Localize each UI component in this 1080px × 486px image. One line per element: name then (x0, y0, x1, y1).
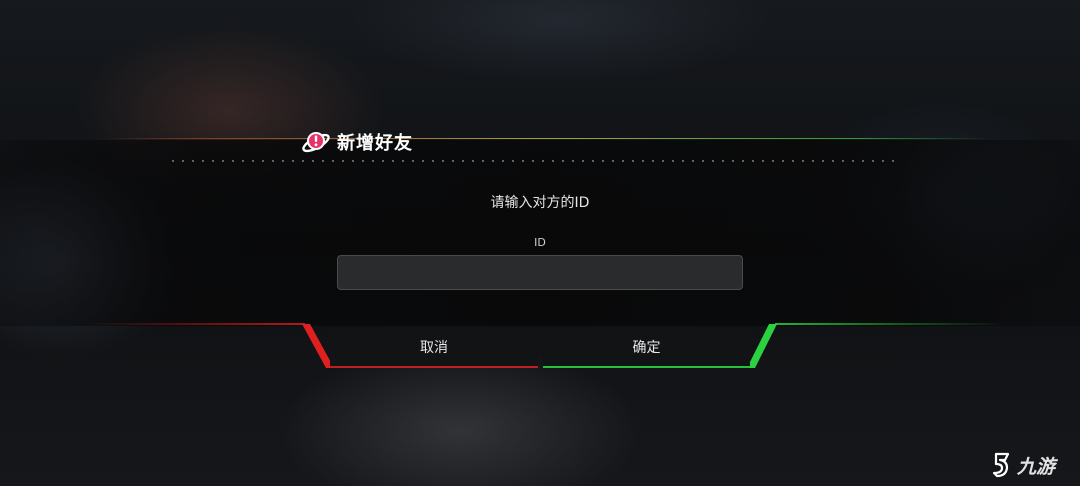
cancel-button[interactable]: 取消 (330, 328, 538, 368)
dialog-title: 新增好友 (337, 133, 413, 154)
cancel-button-label: 取消 (420, 340, 448, 356)
confirm-button-label: 确定 (632, 340, 661, 356)
dialog-panel (0, 140, 1080, 326)
dialog-top-border (100, 138, 990, 139)
prompt-text: 请输入对方的ID (490, 195, 590, 211)
watermark: 九游 (990, 448, 1076, 482)
id-input[interactable] (337, 255, 743, 290)
id-field-label: ID (534, 236, 546, 249)
confirm-button[interactable]: 确定 (543, 328, 750, 368)
watermark-text: 九游 (1017, 455, 1056, 478)
dotted-divider (168, 160, 898, 162)
red-accent-line (85, 323, 305, 325)
jiuyou-logo-icon (992, 452, 1010, 478)
green-accent-line (775, 323, 1005, 325)
planet-alert-icon (302, 132, 330, 153)
game-screen: 新增好友 请输入对方的ID ID 取消 确定 九游 (0, 0, 1080, 486)
